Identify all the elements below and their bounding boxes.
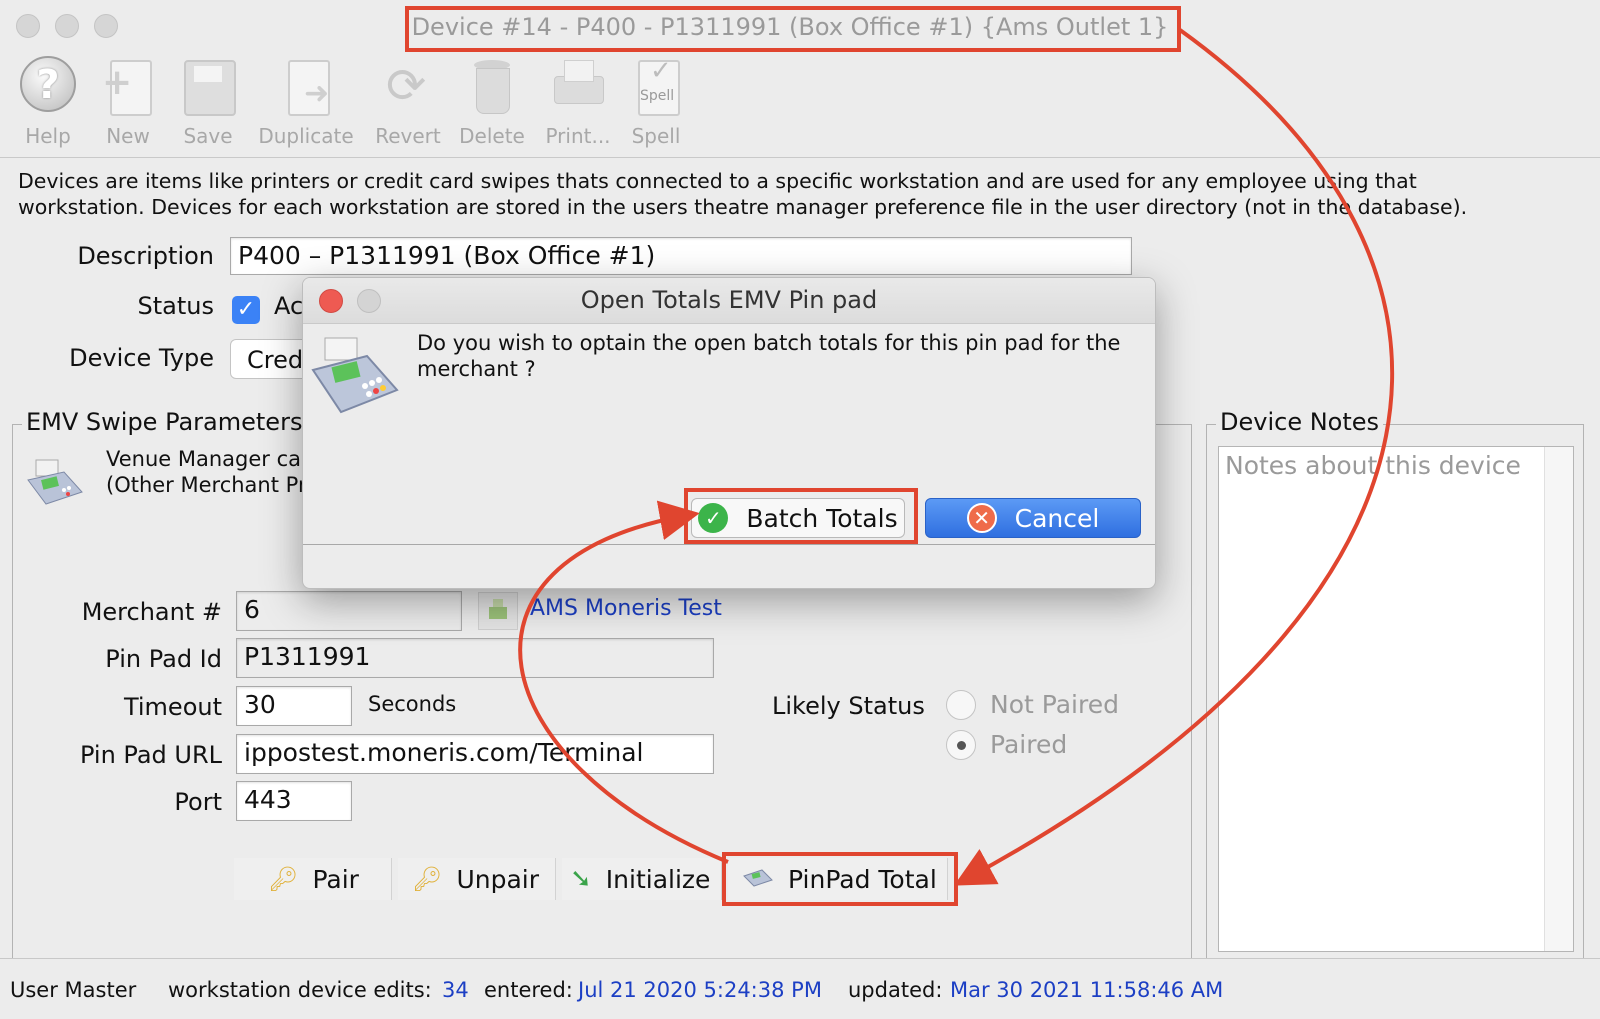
dialog-divider xyxy=(303,544,1155,545)
port-input[interactable]: 443 xyxy=(236,781,352,821)
paired-radio[interactable] xyxy=(946,730,976,760)
timeout-input[interactable]: 30 xyxy=(236,686,352,726)
toolbar-print-button[interactable]: Print... xyxy=(540,56,616,148)
status-label: Status xyxy=(137,292,214,320)
window-close-button[interactable] xyxy=(16,14,40,38)
pinpad-device-icon xyxy=(24,458,86,510)
merchant-link[interactable]: AMS Moneris Test xyxy=(530,596,722,621)
dialog-title: Open Totals EMV Pin pad xyxy=(303,278,1155,324)
window-zoom-button[interactable] xyxy=(94,14,118,38)
toolbar-save-button[interactable]: Save xyxy=(176,56,240,148)
emv-group-title: EMV Swipe Parameters xyxy=(22,408,307,436)
toolbar-new-button[interactable]: + New xyxy=(96,56,160,148)
batch-totals-highlight-box xyxy=(684,488,918,544)
key-remove-icon: 🔑︎ xyxy=(412,865,443,893)
pinpad-url-label: Pin Pad URL xyxy=(79,741,222,769)
unpair-button[interactable]: 🔑︎ Unpair xyxy=(398,858,556,900)
window-minimize-button[interactable] xyxy=(55,14,79,38)
device-notes-title: Device Notes xyxy=(1216,408,1384,436)
status-bar: User Master workstation device edits: 34… xyxy=(0,958,1600,1019)
title-highlight-box xyxy=(405,6,1181,52)
pinpad-id-label: Pin Pad Id xyxy=(105,645,222,673)
emv-info-line2: (Other Merchant Pr xyxy=(106,473,307,497)
dialog-minimize-button[interactable] xyxy=(357,289,381,313)
device-type-label: Device Type xyxy=(69,344,214,372)
save-disk-icon xyxy=(180,56,236,120)
toolbar-help-button[interactable]: ? Help xyxy=(16,56,80,148)
emv-info-text: Venue Manager ca (Other Merchant Pr xyxy=(106,446,307,498)
pinpad-url-input[interactable]: ippostest.moneris.com/Terminal xyxy=(236,734,714,774)
unpair-button-label: Unpair xyxy=(456,864,540,894)
description-label: Description xyxy=(77,242,214,270)
trash-icon xyxy=(464,56,520,120)
help-text: Devices are items like printers or credi… xyxy=(18,168,1578,220)
toolbar-duplicate-label: Duplicate xyxy=(258,124,354,148)
cancel-button[interactable]: ✕ Cancel xyxy=(925,498,1141,538)
status-edits-value: 34 xyxy=(442,978,469,1002)
dialog-pinpad-icon xyxy=(309,334,401,422)
toolbar-revert-label: Revert xyxy=(375,124,441,148)
emv-info-line1: Venue Manager ca xyxy=(106,447,302,471)
likely-status-label: Likely Status xyxy=(772,692,925,720)
status-active-checkbox[interactable]: ✓ xyxy=(232,296,260,324)
toolbar-spell-label: Spell xyxy=(631,124,681,148)
status-checkbox-label: Ac xyxy=(274,292,304,320)
status-updated-value: Mar 30 2021 11:58:46 AM xyxy=(950,978,1224,1002)
toolbar-delete-button[interactable]: Delete xyxy=(456,56,528,148)
toolbar-delete-label: Delete xyxy=(459,124,525,148)
not-paired-radio[interactable] xyxy=(946,690,976,720)
status-user: User Master xyxy=(10,978,137,1002)
paired-label: Paired xyxy=(990,730,1068,759)
port-label: Port xyxy=(174,788,222,816)
cancel-label: Cancel xyxy=(1014,503,1100,533)
merchant-input[interactable]: 6 xyxy=(236,591,462,631)
toolbar-save-label: Save xyxy=(183,124,233,148)
toolbar-duplicate-button[interactable]: ➜ Duplicate xyxy=(254,56,358,148)
merchant-label: Merchant # xyxy=(81,598,222,626)
printer-icon xyxy=(550,56,606,120)
dialog-message-line2: merchant ? xyxy=(417,357,536,381)
key-icon: 🔑︎ xyxy=(268,865,299,893)
pair-button-label: Pair xyxy=(312,864,359,894)
description-input[interactable]: P400 – P1311991 (Box Office #1) xyxy=(230,237,1132,275)
status-entered-label: entered: xyxy=(484,978,573,1002)
toolbar-revert-button[interactable]: ⟳ Revert xyxy=(372,56,444,148)
status-edits-label: workstation device edits: xyxy=(168,978,432,1002)
revert-icon: ⟳ xyxy=(386,58,427,114)
help-text-line1: Devices are items like printers or credi… xyxy=(18,169,1417,193)
timeout-unit: Seconds xyxy=(368,692,457,716)
help-text-line2: workstation. Devices for each workstatio… xyxy=(18,195,1468,219)
merchant-lookup-icon[interactable] xyxy=(478,592,518,630)
help-icon: ? xyxy=(20,56,76,112)
device-notes-scrollbar[interactable] xyxy=(1544,447,1573,951)
device-notes-textarea[interactable]: Notes about this device xyxy=(1218,446,1574,952)
not-paired-label: Not Paired xyxy=(990,690,1119,719)
dialog-message: Do you wish to optain the open batch tot… xyxy=(417,330,1137,382)
green-arrow-down-icon: ➘ xyxy=(570,864,592,894)
initialize-button[interactable]: ➘ Initialize xyxy=(562,858,722,900)
timeout-label: Timeout xyxy=(123,693,222,721)
device-notes-placeholder: Notes about this device xyxy=(1225,451,1521,480)
pair-button[interactable]: 🔑︎ Pair xyxy=(234,858,392,900)
toolbar-print-label: Print... xyxy=(545,124,611,148)
status-updated-label: updated: xyxy=(848,978,943,1002)
toolbar-divider xyxy=(0,157,1600,158)
new-document-icon: + xyxy=(100,56,156,120)
toolbar-help-label: Help xyxy=(25,124,71,148)
dialog-close-button[interactable] xyxy=(319,289,343,313)
pinpad-id-input[interactable]: P1311991 xyxy=(236,638,714,678)
duplicate-icon: ➜ xyxy=(278,56,334,120)
toolbar-new-label: New xyxy=(106,124,150,148)
pinpad-total-highlight-box xyxy=(722,852,958,906)
toolbar-spell-button[interactable]: Spell ✓ Spell xyxy=(624,56,688,148)
cancel-x-icon: ✕ xyxy=(966,503,997,533)
dialog-message-line1: Do you wish to optain the open batch tot… xyxy=(417,331,1121,355)
status-entered-value: Jul 21 2020 5:24:38 PM xyxy=(578,978,822,1002)
spell-check-icon: Spell ✓ xyxy=(628,56,684,120)
window-title-bar: Device #14 - P400 - P1311991 (Box Office… xyxy=(0,0,1600,52)
initialize-button-label: Initialize xyxy=(605,864,711,894)
